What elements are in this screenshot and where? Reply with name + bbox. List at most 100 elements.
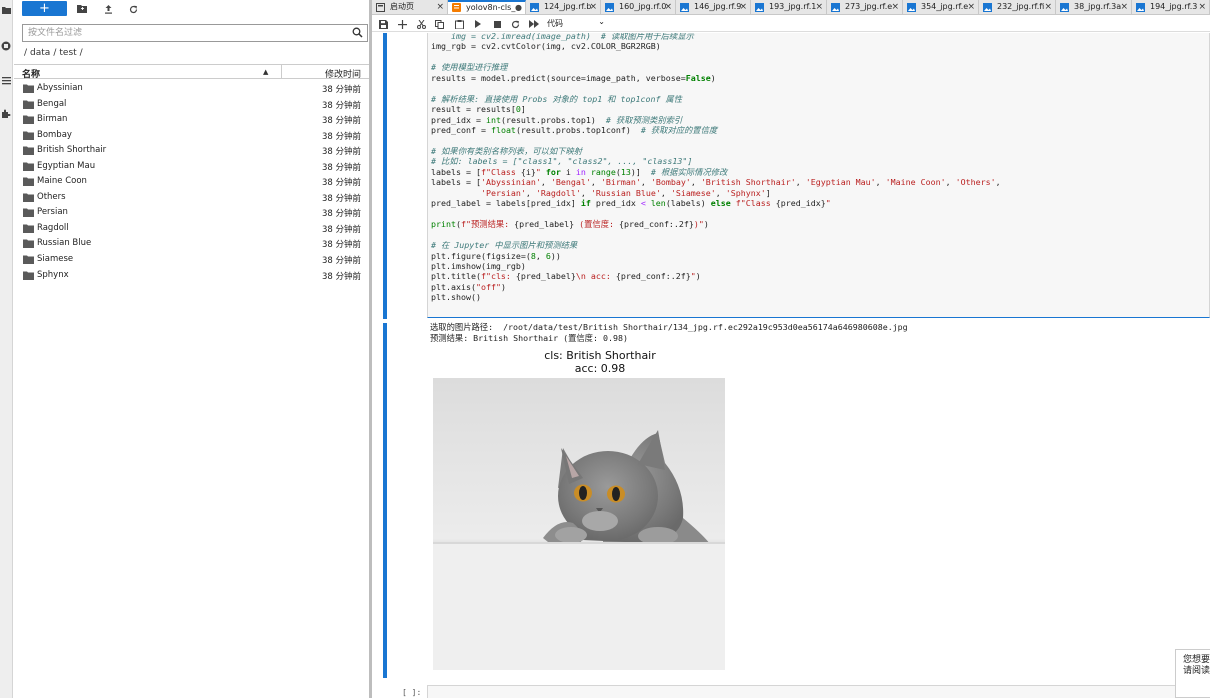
close-icon[interactable]: ×	[436, 0, 444, 14]
tab-image[interactable]: 38_jpg.rf.3a ×	[1056, 0, 1132, 14]
list-item[interactable]: Sphynx 38 分钟前	[14, 268, 369, 284]
add-cell-icon[interactable]	[395, 17, 409, 31]
file-name: Maine Coon	[37, 176, 87, 187]
copy-icon[interactable]	[432, 17, 446, 31]
file-list: Abyssinian 38 分钟前 Bengal 38 分钟前 Birman 38 分…	[14, 81, 369, 283]
empty-code-cell[interactable]	[427, 685, 1210, 698]
list-item[interactable]: Bengal 38 分钟前	[14, 97, 369, 113]
new-launcher-button[interactable]: +	[22, 1, 67, 16]
list-item[interactable]: Persian 38 分钟前	[14, 205, 369, 221]
output-collapser[interactable]	[383, 323, 387, 678]
file-list-header: 名称 ▲ 修改时间	[14, 64, 369, 80]
list-item[interactable]: Maine Coon 38 分钟前	[14, 174, 369, 190]
close-icon[interactable]: ×	[967, 0, 975, 14]
extension-icon[interactable]	[0, 107, 12, 121]
plot-title: cls: British Shorthair acc: 0.98	[525, 349, 675, 375]
notebook-icon	[452, 3, 461, 12]
paste-icon[interactable]	[452, 17, 466, 31]
list-item[interactable]: Egyptian Mau 38 分钟前	[14, 159, 369, 175]
stop-icon[interactable]	[490, 17, 504, 31]
save-icon[interactable]	[376, 17, 390, 31]
notebook-toolbar: 代码 ⌄	[372, 16, 1210, 32]
file-filter-input[interactable]	[23, 25, 349, 41]
list-item[interactable]: Russian Blue 38 分钟前	[14, 236, 369, 252]
file-filter-box	[22, 24, 368, 42]
breadcrumb-data[interactable]: data	[30, 48, 50, 58]
tab-label: 124_jpg.rf.b	[544, 2, 592, 11]
output-line: 选取的图片路径: /root/data/test/British Shortha…	[430, 322, 908, 332]
file-modified: 38 分钟前	[321, 162, 361, 173]
tab-image[interactable]: 160_jpg.rf.0 ×	[601, 0, 676, 14]
tab-image[interactable]: 194_jpg.rf.3 ×	[1132, 0, 1210, 14]
list-item[interactable]: Bombay 38 分钟前	[14, 128, 369, 144]
image-icon	[831, 3, 840, 12]
folder-icon	[23, 224, 34, 233]
cut-icon[interactable]	[414, 17, 428, 31]
toast-text: 请阅读	[1183, 666, 1210, 676]
file-name: Egyptian Mau	[37, 160, 96, 171]
breadcrumb-root[interactable]: /	[24, 48, 27, 58]
tab-label: 193_jpg.rf.1	[769, 2, 817, 11]
file-name: British Shorthair	[37, 145, 107, 156]
tab-image[interactable]: 273_jpg.rf.e ×	[827, 0, 903, 14]
close-icon[interactable]: ×	[589, 0, 597, 14]
tab-launcher[interactable]: 启动页 ×	[372, 0, 448, 14]
cell-collapser[interactable]	[383, 33, 387, 319]
close-icon[interactable]: ×	[664, 0, 672, 14]
folder-icon	[23, 239, 34, 249]
tab-image[interactable]: 193_jpg.rf.1 ×	[751, 0, 827, 14]
refresh-icon[interactable]	[126, 2, 140, 16]
fast-forward-icon[interactable]	[527, 17, 541, 31]
sort-ascending-icon: ▲	[263, 68, 269, 76]
breadcrumb-test[interactable]: test	[59, 48, 76, 58]
list-item[interactable]: Siamese 38 分钟前	[14, 252, 369, 268]
close-icon[interactable]: ×	[1120, 0, 1128, 14]
tab-image[interactable]: 146_jpg.rf.9 ×	[676, 0, 751, 14]
unsaved-dot-icon[interactable]: ●	[515, 2, 522, 14]
column-header-modified[interactable]: 修改时间	[325, 67, 361, 80]
list-item[interactable]: British Shorthair 38 分钟前	[14, 143, 369, 159]
tab-label: 146_jpg.rf.9	[694, 2, 742, 11]
cell-type-select[interactable]: 代码 ⌄	[547, 17, 605, 30]
list-item[interactable]: Birman 38 分钟前	[14, 112, 369, 128]
code-cell-editor[interactable]: img = cv2.imread(image_path) # 读取图片用于后续显…	[427, 33, 1210, 318]
tab-image[interactable]: 232_jpg.rf.fi ×	[979, 0, 1056, 14]
close-icon[interactable]: ×	[739, 0, 747, 14]
notification-toast[interactable]: 您想要 请阅读	[1175, 649, 1210, 698]
code-text: img = cv2.imread(image_path) # 读取图片用于后续显…	[431, 33, 1001, 303]
running-icon[interactable]	[0, 39, 12, 53]
toc-icon[interactable]	[0, 73, 12, 87]
close-icon[interactable]: ×	[1044, 0, 1052, 14]
close-icon[interactable]: ×	[1198, 0, 1206, 14]
upload-icon[interactable]	[101, 2, 115, 16]
list-item[interactable]: Others 38 分钟前	[14, 190, 369, 206]
tab-label: 160_jpg.rf.0	[619, 2, 667, 11]
folder-icon[interactable]	[0, 3, 12, 17]
close-icon[interactable]: ×	[815, 0, 823, 14]
file-browser: + / data / test / 名称 ▲ 修改时间 Abyssinian 38…	[14, 0, 369, 698]
list-item[interactable]: Ragdoll 38 分钟前	[14, 221, 369, 237]
file-modified: 38 分钟前	[321, 100, 361, 111]
list-item[interactable]: Abyssinian 38 分钟前	[14, 81, 369, 97]
tab-notebook[interactable]: yolov8n-cls_ ●	[448, 0, 526, 14]
breadcrumb-sep: /	[79, 48, 83, 58]
breadcrumb: / data / test /	[24, 47, 83, 59]
close-icon[interactable]: ×	[891, 0, 899, 14]
restart-icon[interactable]	[508, 17, 522, 31]
file-name: Bombay	[37, 129, 72, 140]
image-icon	[1136, 3, 1145, 12]
tab-image[interactable]: 124_jpg.rf.b ×	[526, 0, 601, 14]
column-resize-handle[interactable]	[281, 65, 282, 79]
folder-icon	[23, 100, 34, 109]
plot-title-line: acc: 0.98	[574, 362, 626, 375]
file-modified: 38 分钟前	[321, 256, 361, 267]
run-icon[interactable]	[471, 17, 485, 31]
cell-output: 选取的图片路径: /root/data/test/British Shortha…	[430, 322, 1210, 670]
column-header-name[interactable]: 名称	[22, 67, 40, 80]
file-modified: 38 分钟前	[321, 271, 361, 282]
tab-image[interactable]: 354_jpg.rf.e ×	[903, 0, 979, 14]
image-icon	[605, 3, 614, 12]
new-folder-icon[interactable]	[75, 2, 89, 16]
file-name: Bengal	[37, 98, 67, 109]
activity-bar	[0, 0, 13, 698]
